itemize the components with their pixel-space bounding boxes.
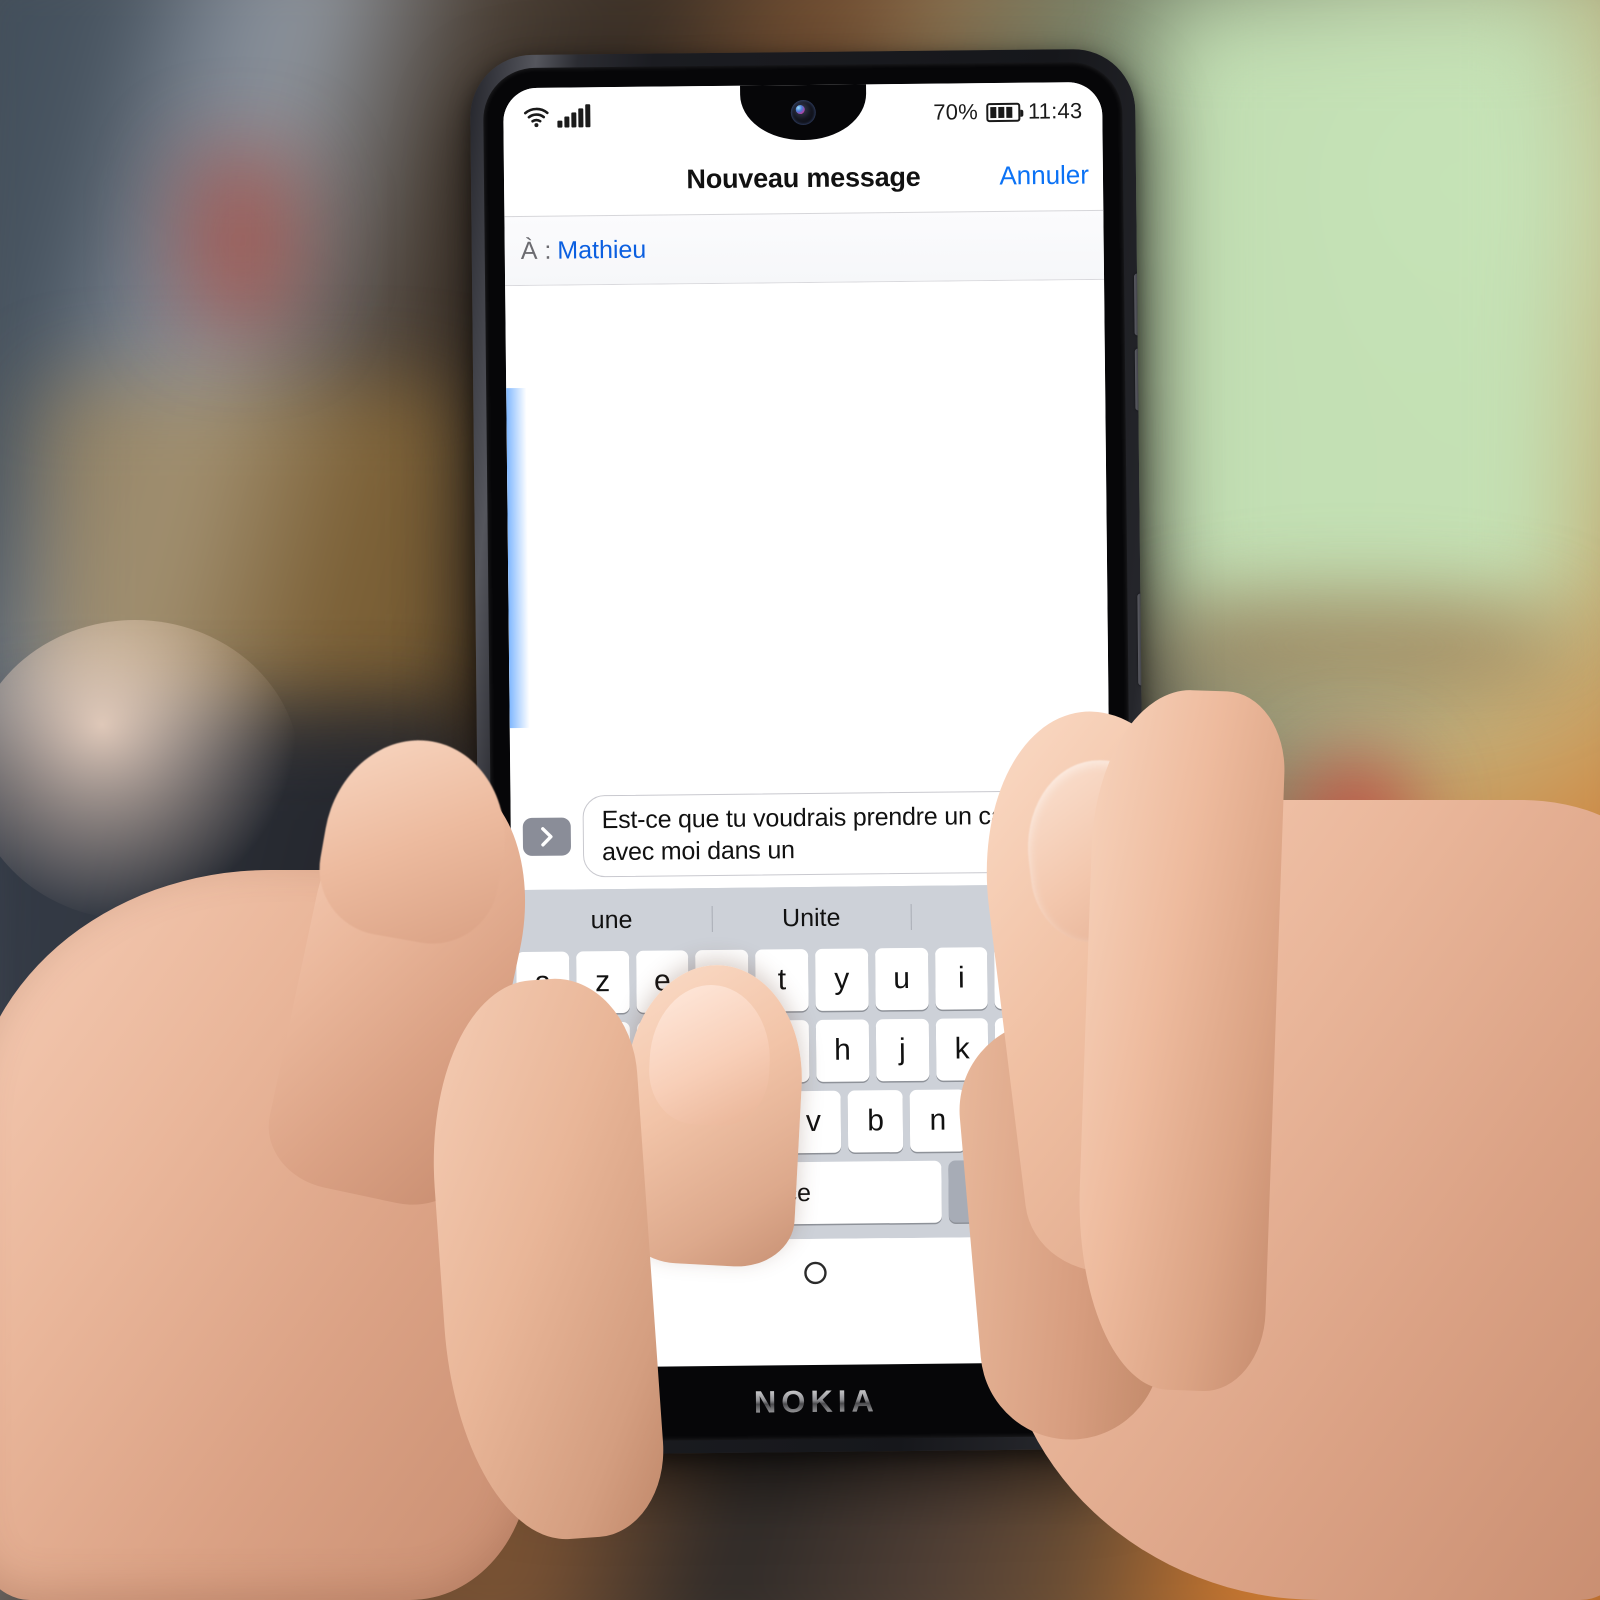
phone-chin: NOKIA <box>516 1362 1116 1442</box>
key-a[interactable]: a <box>516 951 570 1015</box>
background-window-green <box>1165 10 1560 620</box>
key-g[interactable]: g <box>756 1020 810 1083</box>
signal-bars-icon <box>557 104 590 128</box>
suggestion-3[interactable] <box>911 915 1111 917</box>
text-cursor <box>1028 818 1031 845</box>
key-apostrophe[interactable]: ’ <box>972 1088 1029 1152</box>
key-k[interactable]: k <box>935 1018 989 1081</box>
key-c[interactable]: c <box>723 1091 780 1154</box>
key-l[interactable]: l <box>995 1017 1049 1081</box>
keyboard-row-4: espace retour <box>514 1158 1114 1228</box>
key-b[interactable]: b <box>847 1090 904 1153</box>
key-z[interactable]: z <box>575 950 630 1014</box>
wifi-icon <box>523 106 549 127</box>
recipient-name-chip[interactable]: Mathieu <box>557 235 646 265</box>
background-table <box>1150 950 1600 1370</box>
page-title: Nouveau message <box>686 161 921 194</box>
shift-icon[interactable] <box>517 1093 593 1157</box>
clock-label: 11:43 <box>1027 98 1083 124</box>
key-m[interactable]: m <box>1054 1016 1109 1080</box>
background-dark-left <box>0 720 480 1240</box>
key-j[interactable]: j <box>875 1018 930 1082</box>
key-v[interactable]: v <box>785 1090 842 1154</box>
recipient-field[interactable]: À : Mathieu <box>504 210 1105 287</box>
key-o[interactable]: o <box>994 946 1048 1010</box>
key-u[interactable]: u <box>874 947 929 1011</box>
android-navigation-bar <box>515 1235 1115 1315</box>
suggestion-2[interactable]: Unite <box>711 902 911 933</box>
suggestion-1[interactable]: une <box>512 905 712 936</box>
background-window-frame <box>1150 600 1570 690</box>
key-f[interactable]: f <box>696 1020 750 1084</box>
conversation-area <box>505 279 1110 787</box>
key-n[interactable]: n <box>909 1089 966 1152</box>
compose-bar: Est-ce que tu voudrais prendre un café a… <box>510 779 1111 891</box>
front-camera-icon <box>790 99 816 126</box>
key-w[interactable]: w <box>598 1092 655 1156</box>
app-header: Nouveau message Annuler <box>503 139 1104 218</box>
message-input[interactable]: Est-ce que tu voudrais prendre un café a… <box>582 789 1099 878</box>
battery-icon <box>985 102 1020 122</box>
nokia-wordmark: NOKIA <box>753 1383 879 1420</box>
background-red-object <box>1300 760 1410 880</box>
backspace-icon[interactable] <box>1034 1087 1110 1151</box>
key-s[interactable]: s <box>576 1021 631 1085</box>
background-shelf-left <box>40 380 470 710</box>
screenshot-scene: 70% 11:43 Nouveau message Annuler À : Ma… <box>0 0 1600 1600</box>
numbers-key[interactable] <box>518 1164 593 1228</box>
virtual-keyboard: une Unite a z e r t y u i o p q s d f g … <box>511 883 1115 1243</box>
arrow-up-icon <box>1057 823 1073 841</box>
key-i[interactable]: i <box>934 947 989 1010</box>
cancel-button[interactable]: Annuler <box>999 160 1089 192</box>
key-y[interactable]: y <box>815 948 869 1011</box>
keyboard-row-1: a z e r t y u i o p <box>512 945 1112 1015</box>
key-r[interactable]: r <box>695 949 749 1013</box>
home-circle-icon[interactable] <box>800 1257 830 1292</box>
back-triangle-icon[interactable] <box>627 1259 657 1294</box>
keyboard-row-2: q s d f g h j k l m <box>513 1016 1113 1086</box>
key-h[interactable]: h <box>815 1019 870 1082</box>
key-t[interactable]: t <box>755 949 809 1012</box>
background-red-accent <box>180 150 300 330</box>
nokia-phone: 70% 11:43 Nouveau message Annuler À : Ma… <box>469 48 1150 1456</box>
keyboard-row-3: w x c v b n ’ <box>514 1087 1114 1157</box>
return-key[interactable]: retour <box>948 1158 1110 1223</box>
recipient-label: À : <box>520 236 552 265</box>
key-d[interactable]: d <box>636 1021 690 1084</box>
key-q[interactable]: q <box>516 1022 571 1086</box>
recents-square-icon[interactable] <box>973 1256 1003 1291</box>
battery-percent-label: 70% <box>933 99 979 125</box>
key-x[interactable]: x <box>660 1091 717 1155</box>
phone-screen: 70% 11:43 Nouveau message Annuler À : Ma… <box>503 81 1116 1369</box>
chevron-right-icon[interactable] <box>522 817 572 857</box>
key-e[interactable]: e <box>635 950 690 1013</box>
send-button[interactable] <box>1038 805 1092 858</box>
space-key[interactable]: espace <box>599 1160 942 1227</box>
suggestion-bar: une Unite <box>511 883 1112 953</box>
message-input-text: Est-ce que tu voudrais prendre un café a… <box>601 801 1026 867</box>
key-p[interactable]: p <box>1054 945 1108 1009</box>
